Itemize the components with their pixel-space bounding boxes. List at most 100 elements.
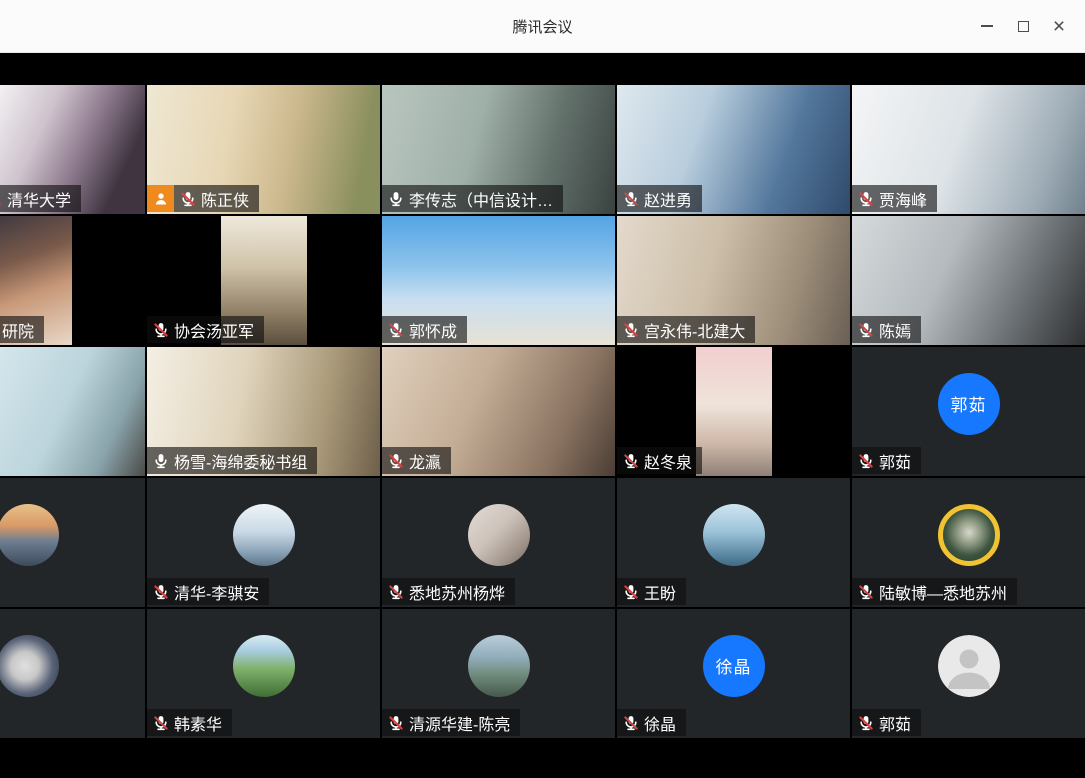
- name-label: 陆敏博—悉地苏州: [852, 578, 1017, 605]
- participant-name: 贾海峰: [879, 187, 927, 211]
- mic-muted-icon: [153, 715, 169, 731]
- participant-tile[interactable]: 赵冬泉: [617, 347, 850, 476]
- name-label: 徐晶: [617, 709, 686, 736]
- participant-tile[interactable]: 宫永伟-北建大: [617, 216, 850, 345]
- participant-name: 协会汤亚军: [174, 318, 254, 342]
- participant-grid: 清华大学 陈正侠: [0, 85, 1085, 738]
- participant-name: 王盼: [644, 580, 676, 604]
- mic-muted-icon: [388, 584, 404, 600]
- titlebar: 腾讯会议 ×: [0, 0, 1085, 53]
- close-icon: ×: [1053, 16, 1065, 37]
- participant-tile[interactable]: 赵进勇: [617, 85, 850, 214]
- participant-tile[interactable]: [0, 347, 145, 476]
- label-background: 龙瀛: [382, 447, 451, 474]
- participant-name: 陆敏博—悉地苏州: [879, 580, 1007, 604]
- maximize-icon: [1018, 21, 1029, 32]
- mic-muted-icon: [623, 191, 639, 207]
- participant-name: 悉地苏州杨烨: [409, 580, 505, 604]
- maximize-button[interactable]: [1005, 0, 1041, 52]
- name-label: 王盼: [617, 578, 686, 605]
- mic-muted-icon: [388, 715, 404, 731]
- participant-tile[interactable]: 徐晶 徐晶: [617, 609, 850, 738]
- participant-tile[interactable]: 协会汤亚军: [147, 216, 380, 345]
- participant-tile[interactable]: 陈嫣: [852, 216, 1085, 345]
- participant-tile[interactable]: 韩素华: [147, 609, 380, 738]
- participant-tile[interactable]: [0, 478, 145, 607]
- participant-tile[interactable]: 陈正侠: [147, 85, 380, 214]
- avatar-photo: [0, 504, 59, 566]
- participant-tile[interactable]: [0, 609, 145, 738]
- participant-name: 郭茹: [879, 449, 911, 473]
- name-label: 悉地苏州杨烨: [382, 578, 515, 605]
- label-background: 贾海峰: [852, 185, 937, 212]
- participant-tile[interactable]: 悉地苏州杨烨: [382, 478, 615, 607]
- window-title: 腾讯会议: [512, 16, 572, 37]
- participant-name: 杨雪-海绵委秘书组: [174, 449, 307, 473]
- participant-tile[interactable]: 杨雪-海绵委秘书组: [147, 347, 380, 476]
- avatar-photo: [468, 504, 530, 566]
- name-label: 贾海峰: [852, 185, 937, 212]
- label-background: 协会汤亚军: [147, 316, 264, 343]
- label-background: 赵冬泉: [617, 447, 702, 474]
- minimize-icon: [981, 25, 993, 27]
- name-label: 协会汤亚军: [147, 316, 264, 343]
- participant-name: 赵进勇: [644, 187, 692, 211]
- name-label: 杨雪-海绵委秘书组: [147, 447, 317, 474]
- video-strip: [696, 347, 772, 476]
- label-background: 赵进勇: [617, 185, 702, 212]
- video-feed: [0, 347, 145, 476]
- label-background: 陈正侠: [174, 185, 259, 212]
- name-label: 研院: [0, 316, 44, 343]
- participant-tile[interactable]: 王盼: [617, 478, 850, 607]
- participant-tile[interactable]: 清华大学: [0, 85, 145, 214]
- participant-tile[interactable]: 李传志（中信设计…: [382, 85, 615, 214]
- participant-name: 宫永伟-北建大: [644, 318, 745, 342]
- mic-muted-icon: [858, 715, 874, 731]
- window-controls: ×: [969, 0, 1077, 52]
- participant-tile[interactable]: 郭怀成: [382, 216, 615, 345]
- name-label: 韩素华: [147, 709, 232, 736]
- avatar-photo: [703, 504, 765, 566]
- participant-tile[interactable]: 清华-李骐安: [147, 478, 380, 607]
- avatar-photo: [938, 504, 1000, 566]
- mic-muted-icon: [623, 715, 639, 731]
- name-label: 清华-李骐安: [147, 578, 269, 605]
- minimize-button[interactable]: [969, 0, 1005, 52]
- label-background: 郭茹: [852, 447, 921, 474]
- label-background: 徐晶: [617, 709, 686, 736]
- participant-name: 研院: [2, 318, 34, 342]
- participant-tile[interactable]: 郭茹: [852, 609, 1085, 738]
- label-background: 陆敏博—悉地苏州: [852, 578, 1017, 605]
- name-label: 赵进勇: [617, 185, 702, 212]
- avatar-photo: [468, 635, 530, 697]
- label-background: 清华大学: [0, 185, 81, 212]
- participant-name: 郭怀成: [409, 318, 457, 342]
- participant-tile[interactable]: 陆敏博—悉地苏州: [852, 478, 1085, 607]
- mic-muted-icon: [858, 584, 874, 600]
- participant-name: 郭茹: [879, 711, 911, 735]
- mic-muted-icon: [623, 584, 639, 600]
- mic-muted-icon: [0, 191, 2, 207]
- avatar-initials: 徐晶: [703, 635, 765, 697]
- participant-name: 韩素华: [174, 711, 222, 735]
- label-background: 宫永伟-北建大: [617, 316, 755, 343]
- close-button[interactable]: ×: [1041, 0, 1077, 52]
- participant-tile[interactable]: 郭茹 郭茹: [852, 347, 1085, 476]
- label-background: 悉地苏州杨烨: [382, 578, 515, 605]
- name-label: 清源华建-陈亮: [382, 709, 520, 736]
- mic-live-icon: [153, 453, 169, 469]
- name-label: 赵冬泉: [617, 447, 702, 474]
- avatar-photo: [233, 504, 295, 566]
- participant-tile[interactable]: 龙瀛: [382, 347, 615, 476]
- name-label: 宫永伟-北建大: [617, 316, 755, 343]
- participant-tile[interactable]: 清源华建-陈亮: [382, 609, 615, 738]
- mic-muted-icon: [858, 322, 874, 338]
- label-background: 韩素华: [147, 709, 232, 736]
- participant-tile[interactable]: 贾海峰: [852, 85, 1085, 214]
- participant-name: 清源华建-陈亮: [409, 711, 510, 735]
- mic-muted-icon: [153, 322, 169, 338]
- participant-tile[interactable]: 研院: [0, 216, 145, 345]
- avatar-photo: [233, 635, 295, 697]
- name-label: 清华大学: [0, 185, 81, 212]
- label-background: 杨雪-海绵委秘书组: [147, 447, 317, 474]
